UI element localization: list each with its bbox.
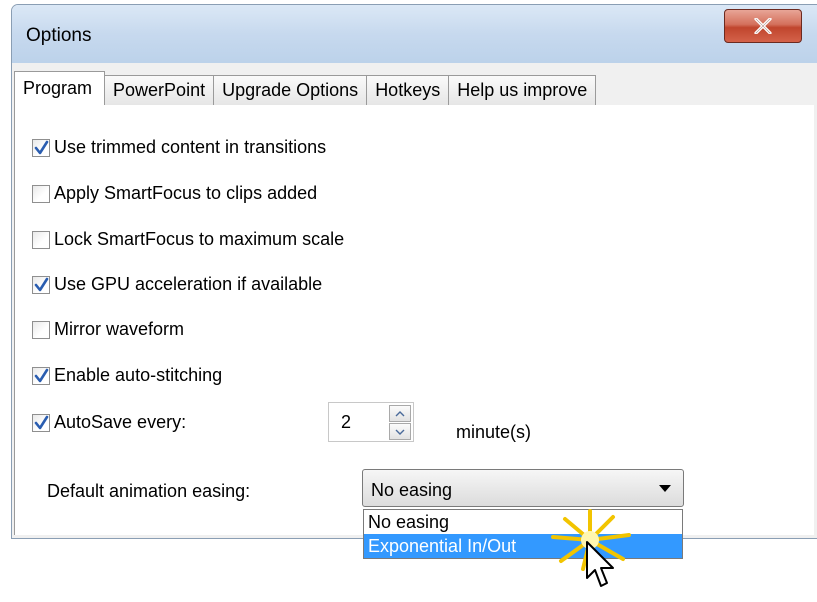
title-bar: Options xyxy=(12,5,817,63)
tab-label: Hotkeys xyxy=(375,80,441,100)
easing-label: Default animation easing: xyxy=(47,481,251,501)
option-label: Mirror waveform xyxy=(54,319,185,339)
checkmark-icon xyxy=(34,368,49,382)
tab-bar: Program PowerPoint Upgrade Options Hotke… xyxy=(14,71,597,105)
checkbox[interactable] xyxy=(32,184,50,203)
spin-up-button[interactable] xyxy=(389,405,411,422)
option-label: Enable auto-stitching xyxy=(54,365,223,385)
easing-selected-value: No easing xyxy=(371,480,453,500)
option-label: Use GPU acceleration if available xyxy=(54,274,323,294)
tab-label: PowerPoint xyxy=(113,80,206,100)
option-label: AutoSave every: xyxy=(54,412,187,432)
close-button[interactable] xyxy=(724,9,802,43)
option-auto-stitching[interactable]: Enable auto-stitching xyxy=(32,365,222,386)
option-trimmed-content[interactable]: Use trimmed content in transitions xyxy=(32,137,326,158)
easing-dropdown-list: No easing Exponential In/Out xyxy=(363,509,683,559)
chevron-down-icon xyxy=(659,485,671,492)
option-autosave[interactable]: AutoSave every: xyxy=(32,412,186,433)
tab-help-us-improve[interactable]: Help us improve xyxy=(448,75,597,105)
checkbox[interactable] xyxy=(32,413,50,432)
option-mirror-waveform[interactable]: Mirror waveform xyxy=(32,319,184,340)
pointer-cursor-icon xyxy=(586,541,614,587)
easing-select[interactable]: No easing xyxy=(362,469,684,507)
checkmark-icon xyxy=(34,415,49,429)
autosave-unit-label: minute(s) xyxy=(456,422,532,442)
tab-label: Program xyxy=(23,78,93,98)
option-label: Lock SmartFocus to maximum scale xyxy=(54,229,345,249)
tab-hotkeys[interactable]: Hotkeys xyxy=(366,75,450,105)
option-lock-smartfocus[interactable]: Lock SmartFocus to maximum scale xyxy=(32,229,344,250)
checkmark-icon xyxy=(34,277,49,291)
tab-upgrade-options[interactable]: Upgrade Options xyxy=(213,75,368,105)
option-gpu-acceleration[interactable]: Use GPU acceleration if available xyxy=(32,274,322,295)
checkmark-icon xyxy=(34,140,49,154)
option-label: Use trimmed content in transitions xyxy=(54,137,327,157)
tab-label: Upgrade Options xyxy=(222,80,359,100)
tab-powerpoint[interactable]: PowerPoint xyxy=(104,75,215,105)
checkbox[interactable] xyxy=(32,366,50,385)
checkbox[interactable] xyxy=(32,320,50,339)
checkbox[interactable] xyxy=(32,230,50,249)
option-smartfocus-clips[interactable]: Apply SmartFocus to clips added xyxy=(32,183,317,204)
tab-program[interactable]: Program xyxy=(14,71,106,105)
option-label: Apply SmartFocus to clips added xyxy=(54,183,318,203)
checkbox[interactable] xyxy=(32,138,50,157)
arrow-down-icon xyxy=(395,429,405,435)
arrow-up-icon xyxy=(395,410,405,416)
autosave-minutes-value[interactable]: 2 xyxy=(341,412,351,433)
checkbox[interactable] xyxy=(32,275,50,294)
close-icon xyxy=(754,18,772,34)
window-title: Options xyxy=(26,25,92,46)
tab-label: Help us improve xyxy=(457,80,588,100)
autosave-minutes-stepper[interactable]: 2 xyxy=(328,402,414,442)
spin-down-button[interactable] xyxy=(389,423,411,440)
